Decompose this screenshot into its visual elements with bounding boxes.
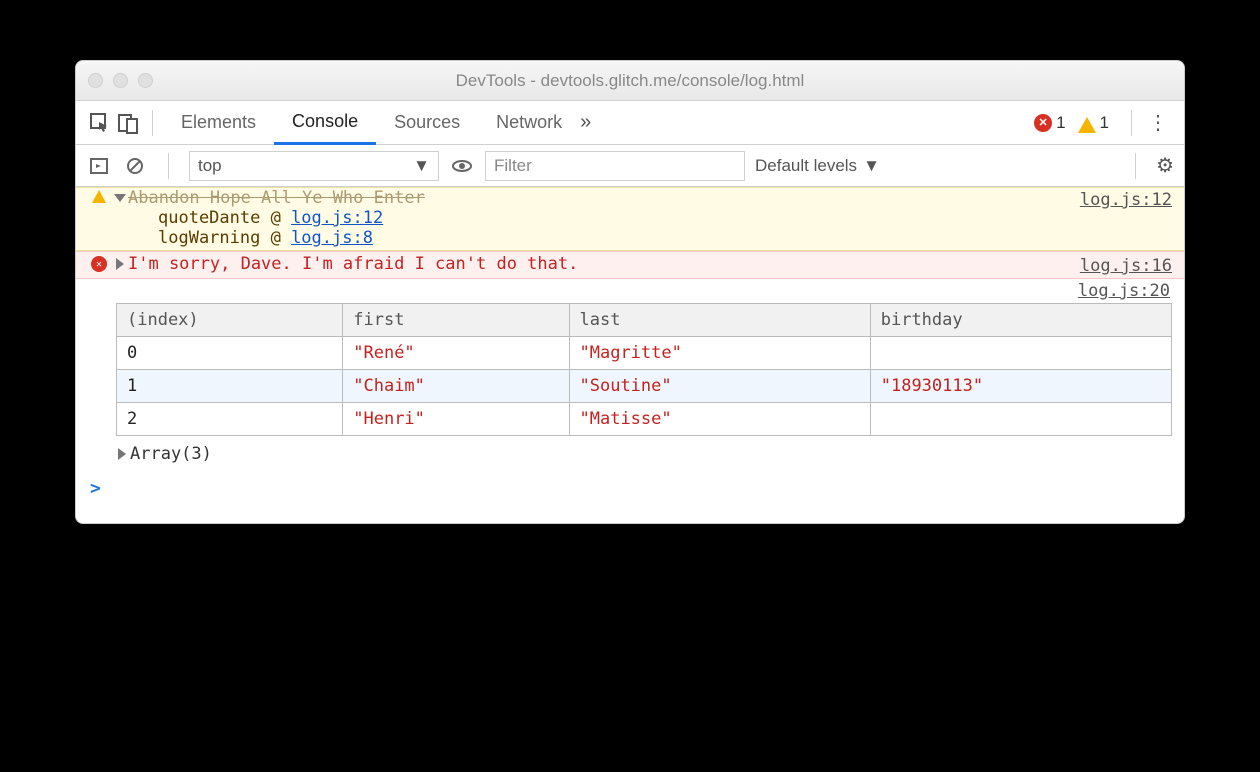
- main-tabbar: Elements Console Sources Network » 1 1 ⋮: [76, 101, 1184, 145]
- table-header[interactable]: birthday: [870, 304, 1171, 337]
- table-cell: 1: [117, 370, 343, 403]
- source-link[interactable]: log.js:12: [291, 208, 383, 228]
- zoom-window-button[interactable]: [138, 73, 153, 88]
- live-expression-icon[interactable]: [449, 153, 475, 179]
- table-cell: "Magritte": [569, 337, 870, 370]
- table-cell: 2: [117, 403, 343, 436]
- separator: [152, 110, 153, 136]
- traffic-lights: [88, 73, 153, 88]
- tab-elements[interactable]: Elements: [163, 101, 274, 145]
- table-row[interactable]: 0"René""Magritte": [117, 337, 1172, 370]
- kebab-menu-icon[interactable]: ⋮: [1142, 110, 1174, 135]
- error-count-icon[interactable]: [1034, 114, 1052, 132]
- separator: [1135, 153, 1136, 179]
- table-header[interactable]: last: [569, 304, 870, 337]
- stack-frame: logWarning @ log.js:8: [158, 228, 1080, 248]
- tab-sources[interactable]: Sources: [376, 101, 478, 145]
- table-source-row: log.js:20: [76, 279, 1184, 303]
- table-cell: "Soutine": [569, 370, 870, 403]
- context-value: top: [198, 156, 222, 176]
- minimize-window-button[interactable]: [113, 73, 128, 88]
- table-cell: "Henri": [343, 403, 569, 436]
- warning-icon: [92, 190, 106, 203]
- source-link[interactable]: log.js:12: [1080, 188, 1172, 210]
- levels-label: Default levels: [755, 156, 857, 176]
- console-prompt[interactable]: >: [76, 468, 1184, 523]
- window-title: DevTools - devtools.glitch.me/console/lo…: [76, 71, 1184, 91]
- error-count[interactable]: 1: [1056, 113, 1065, 133]
- separator: [168, 153, 169, 179]
- console-filterbar: top ▼ Default levels ▼ ⚙: [76, 145, 1184, 187]
- table-cell: [870, 403, 1171, 436]
- table-cell: 0: [117, 337, 343, 370]
- separator: [1131, 110, 1132, 136]
- array-label: Array(3): [130, 444, 212, 464]
- source-link[interactable]: log.js:16: [1080, 254, 1172, 276]
- warning-count[interactable]: 1: [1100, 113, 1109, 133]
- error-icon: [91, 256, 107, 272]
- log-levels-selector[interactable]: Default levels ▼: [755, 156, 880, 176]
- table-cell: [870, 337, 1171, 370]
- source-link[interactable]: log.js:8: [291, 228, 373, 248]
- console-settings-icon[interactable]: ⚙: [1156, 153, 1174, 178]
- error-text: I'm sorry, Dave. I'm afraid I can't do t…: [128, 254, 578, 274]
- array-summary[interactable]: Array(3): [76, 440, 1184, 468]
- tab-network[interactable]: Network: [478, 101, 580, 145]
- table-row[interactable]: 2"Henri""Matisse": [117, 403, 1172, 436]
- dropdown-triangle-icon: ▼: [863, 156, 880, 176]
- warning-count-icon[interactable]: [1078, 117, 1096, 133]
- device-toolbar-icon[interactable]: [114, 109, 142, 137]
- inspect-element-icon[interactable]: [86, 109, 114, 137]
- expand-caret-icon[interactable]: [118, 448, 126, 460]
- clear-console-icon[interactable]: [122, 153, 148, 179]
- stack-frame: quoteDante @ log.js:12: [158, 208, 1080, 228]
- devtools-window: DevTools - devtools.glitch.me/console/lo…: [75, 60, 1185, 524]
- source-link[interactable]: log.js:20: [1078, 281, 1170, 301]
- close-window-button[interactable]: [88, 73, 103, 88]
- console-table: (index)firstlastbirthday 0"René""Magritt…: [76, 303, 1184, 440]
- console-sidebar-toggle-icon[interactable]: [86, 153, 112, 179]
- console-warning-entry[interactable]: Abandon Hope All Ye Who Enter quoteDante…: [76, 187, 1184, 251]
- dropdown-triangle-icon: ▼: [413, 156, 430, 176]
- table-header[interactable]: (index): [117, 304, 343, 337]
- table-header[interactable]: first: [343, 304, 569, 337]
- table-cell: "René": [343, 337, 569, 370]
- tab-console[interactable]: Console: [274, 101, 376, 145]
- titlebar: DevTools - devtools.glitch.me/console/lo…: [76, 61, 1184, 101]
- warning-text: Abandon Hope All Ye Who Enter: [128, 188, 425, 208]
- prompt-caret-icon: >: [90, 478, 101, 499]
- console-output: Abandon Hope All Ye Who Enter quoteDante…: [76, 187, 1184, 523]
- table-row[interactable]: 1"Chaim""Soutine""18930113": [117, 370, 1172, 403]
- expand-caret-icon[interactable]: [116, 258, 124, 270]
- table-cell: "Chaim": [343, 370, 569, 403]
- expand-caret-icon[interactable]: [114, 194, 126, 202]
- filter-input[interactable]: [485, 151, 745, 181]
- context-selector[interactable]: top ▼: [189, 151, 439, 181]
- table-cell: "Matisse": [569, 403, 870, 436]
- console-error-entry[interactable]: I'm sorry, Dave. I'm afraid I can't do t…: [76, 251, 1184, 279]
- table-cell: "18930113": [870, 370, 1171, 403]
- more-tabs-icon[interactable]: »: [580, 111, 591, 134]
